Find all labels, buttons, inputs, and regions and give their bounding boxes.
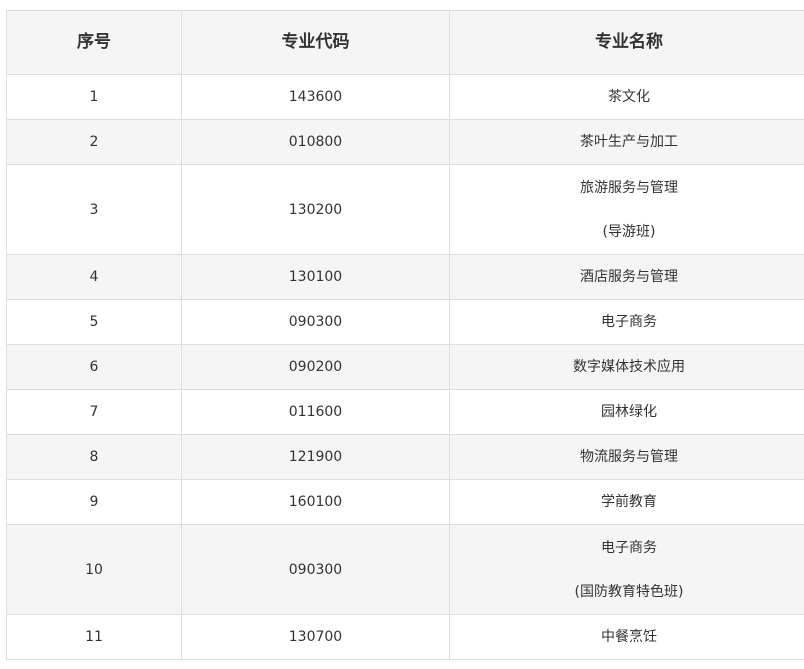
cell-major-code: 090300 xyxy=(181,524,450,615)
cell-major-name: 电子商务 (国防教育特色班) xyxy=(449,524,804,615)
major-name-line: 茶文化 xyxy=(608,89,650,105)
major-name-line: 学前教育 xyxy=(601,494,657,510)
table-row: 1 143600 茶文化 xyxy=(6,74,804,120)
cell-major-name: 园林绿化 xyxy=(449,389,804,435)
cell-major-code: 121900 xyxy=(181,434,450,480)
cell-index: 11 xyxy=(6,614,182,660)
cell-index: 10 xyxy=(6,524,182,615)
cell-major-name: 物流服务与管理 xyxy=(449,434,804,480)
cell-major-code: 090300 xyxy=(181,299,450,345)
major-name-line: 酒店服务与管理 xyxy=(580,269,678,285)
header-major-code: 专业代码 xyxy=(181,10,450,75)
cell-major-code: 090200 xyxy=(181,344,450,390)
table-row: 2 010800 茶叶生产与加工 xyxy=(6,119,804,165)
header-major-name: 专业名称 xyxy=(449,10,804,75)
cell-major-code: 130700 xyxy=(181,614,450,660)
cell-major-name: 茶文化 xyxy=(449,74,804,120)
cell-index: 4 xyxy=(6,254,182,300)
table-row: 7 011600 园林绿化 xyxy=(6,389,804,435)
cell-major-code: 130200 xyxy=(181,164,450,255)
cell-index: 1 xyxy=(6,74,182,120)
major-name-line: 数字媒体技术应用 xyxy=(573,359,685,375)
cell-major-name: 茶叶生产与加工 xyxy=(449,119,804,165)
table-row: 3 130200 旅游服务与管理 (导游班) xyxy=(6,164,804,255)
header-index: 序号 xyxy=(6,10,182,75)
table-row: 8 121900 物流服务与管理 xyxy=(6,434,804,480)
cell-index: 6 xyxy=(6,344,182,390)
major-name-line: 旅游服务与管理 xyxy=(580,179,678,196)
table-row: 5 090300 电子商务 xyxy=(6,299,804,345)
cell-major-code: 011600 xyxy=(181,389,450,435)
major-name-line: 茶叶生产与加工 xyxy=(580,134,678,150)
cell-index: 7 xyxy=(6,389,182,435)
major-name-line: 中餐烹饪 xyxy=(601,629,657,645)
table-header-row: 序号 专业代码 专业名称 xyxy=(6,10,804,75)
major-name-line: 园林绿化 xyxy=(601,404,657,420)
cell-major-name: 酒店服务与管理 xyxy=(449,254,804,300)
cell-major-name: 学前教育 xyxy=(449,479,804,525)
cell-major-code: 160100 xyxy=(181,479,450,525)
major-name-line: 电子商务 xyxy=(601,539,657,556)
majors-table: 序号 专业代码 专业名称 1 143600 茶文化 2 010800 茶叶生产与… xyxy=(6,10,804,660)
cell-major-name: 中餐烹饪 xyxy=(449,614,804,660)
table-row: 6 090200 数字媒体技术应用 xyxy=(6,344,804,390)
cell-major-name: 数字媒体技术应用 xyxy=(449,344,804,390)
cell-index: 9 xyxy=(6,479,182,525)
page: 序号 专业代码 专业名称 1 143600 茶文化 2 010800 茶叶生产与… xyxy=(0,0,804,669)
major-name-note: (导游班) xyxy=(602,223,656,240)
cell-major-code: 010800 xyxy=(181,119,450,165)
major-name-line: 物流服务与管理 xyxy=(580,449,678,465)
table-row: 9 160100 学前教育 xyxy=(6,479,804,525)
cell-index: 2 xyxy=(6,119,182,165)
cell-major-code: 130100 xyxy=(181,254,450,300)
cell-index: 5 xyxy=(6,299,182,345)
cell-index: 3 xyxy=(6,164,182,255)
cell-major-name: 旅游服务与管理 (导游班) xyxy=(449,164,804,255)
table-row: 11 130700 中餐烹饪 xyxy=(6,614,804,660)
cell-major-code: 143600 xyxy=(181,74,450,120)
table-row: 10 090300 电子商务 (国防教育特色班) xyxy=(6,524,804,615)
cell-index: 8 xyxy=(6,434,182,480)
major-name-note: (国防教育特色班) xyxy=(574,583,684,600)
table-row: 4 130100 酒店服务与管理 xyxy=(6,254,804,300)
major-name-line: 电子商务 xyxy=(601,314,657,330)
cell-major-name: 电子商务 xyxy=(449,299,804,345)
